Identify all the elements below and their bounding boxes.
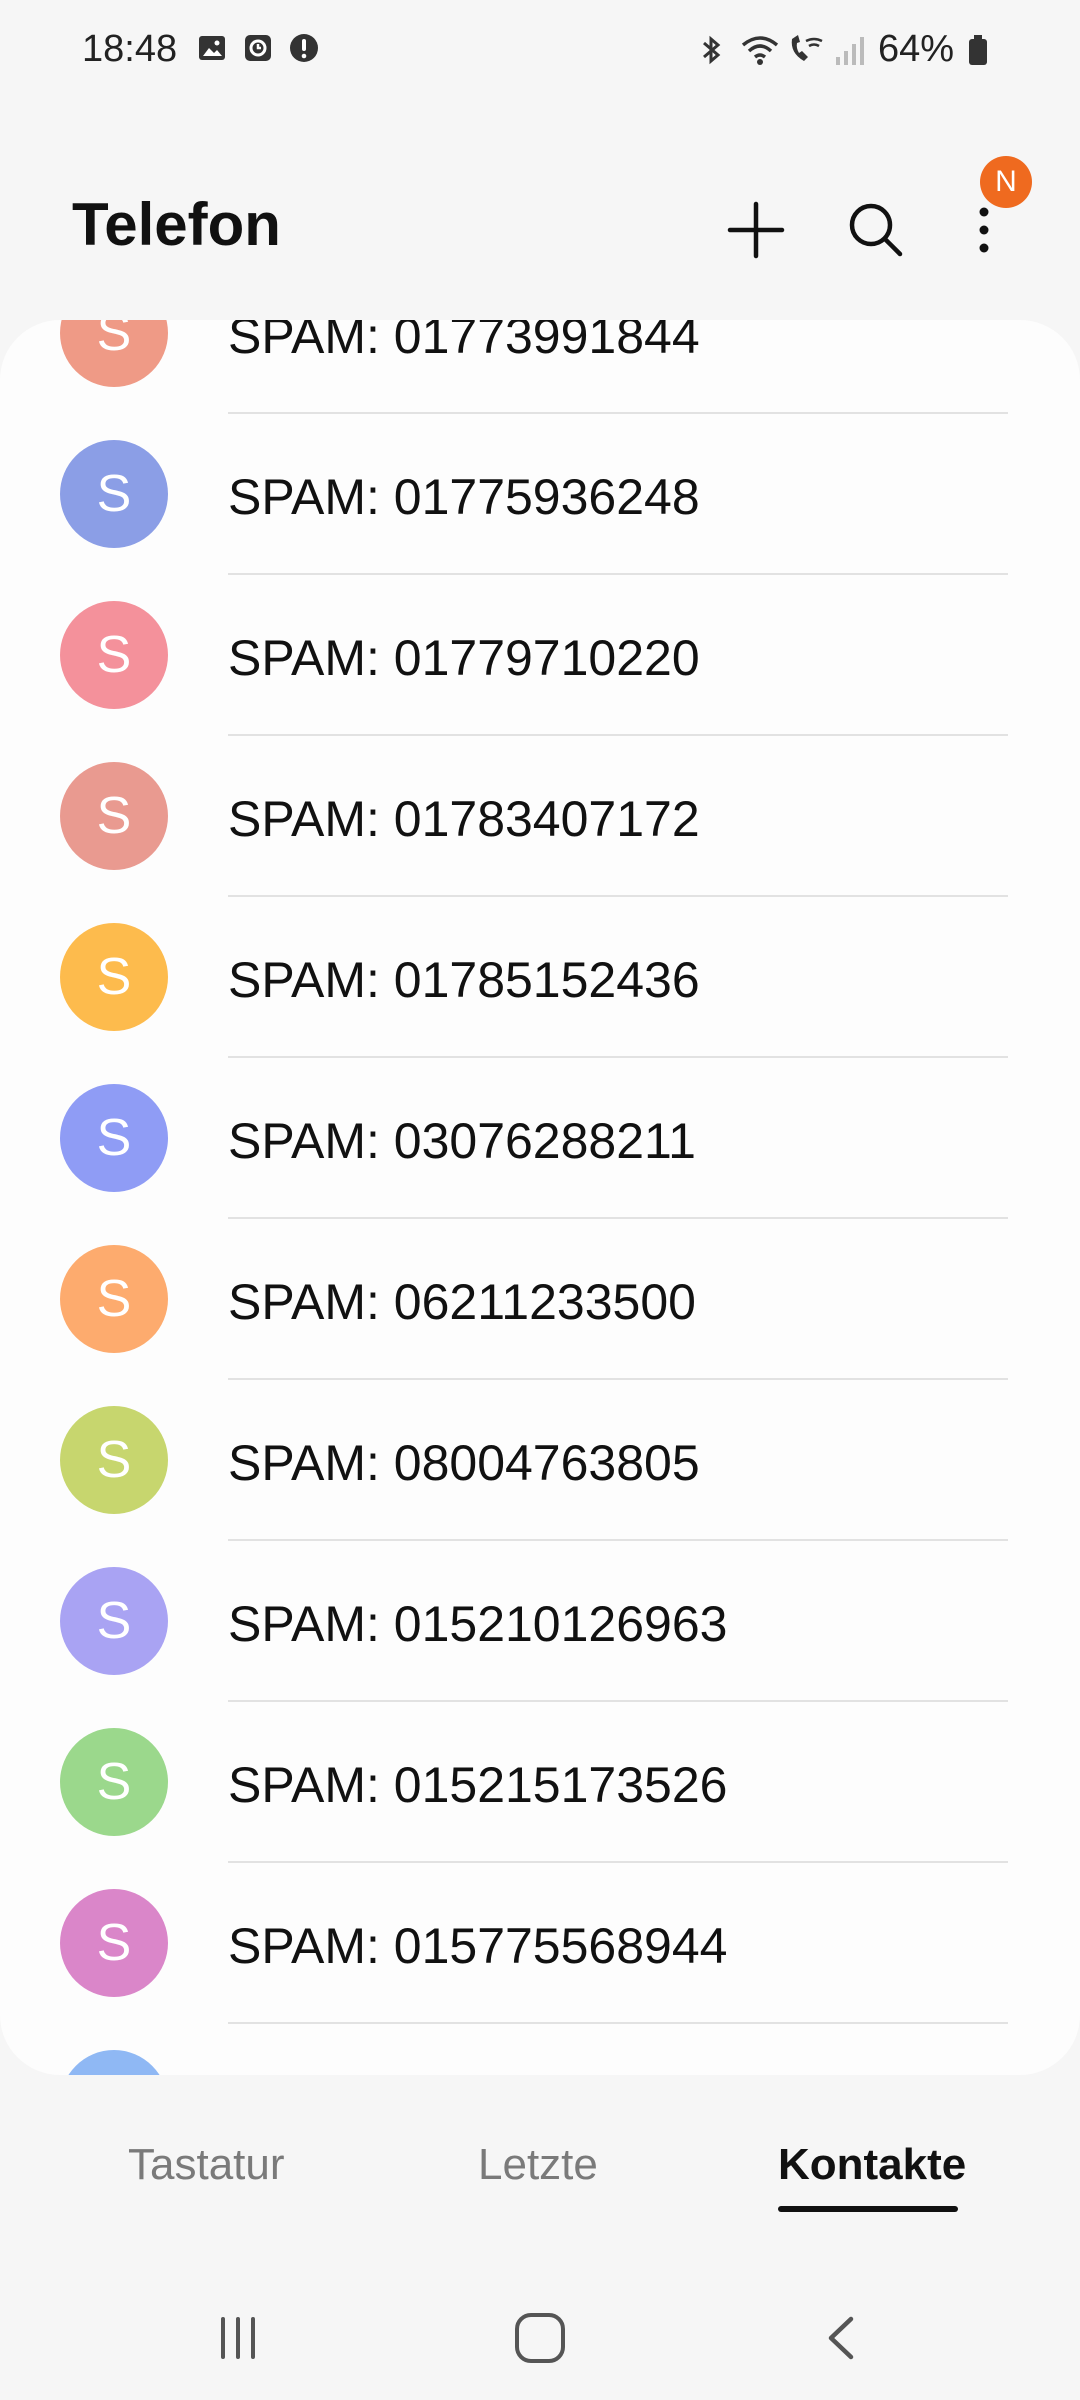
- contact-row[interactable]: S SPAM: 06211233500: [0, 1219, 1080, 1380]
- status-time: 18:48: [82, 28, 178, 70]
- contact-name: SPAM: 015775568944: [228, 1918, 728, 1974]
- avatar: S: [60, 923, 168, 1031]
- contact-name: SPAM: 06211233500: [228, 1274, 696, 1330]
- contact-row[interactable]: S SPAM: 01783407172: [0, 736, 1080, 897]
- plus-icon: [727, 201, 785, 259]
- page-title: Telefon: [72, 191, 281, 258]
- contact-name: SPAM: 01785152436: [228, 952, 700, 1008]
- avatar: S: [60, 1728, 168, 1836]
- contact-row[interactable]: [0, 2024, 1080, 2075]
- alert-icon: [288, 32, 320, 64]
- contact-row[interactable]: S SPAM: 015775568944: [0, 1863, 1080, 2024]
- contact-row[interactable]: S SPAM: 015210126963: [0, 1541, 1080, 1702]
- home-icon: [515, 2313, 565, 2363]
- avatar: S: [60, 1567, 168, 1675]
- avatar: S: [60, 601, 168, 709]
- avatar: S: [60, 1245, 168, 1353]
- contact-row[interactable]: S SPAM: 03076288211: [0, 1058, 1080, 1219]
- contact-row[interactable]: S SPAM: 01779710220: [0, 575, 1080, 736]
- notification-icons: [196, 32, 320, 64]
- avatar: S: [60, 320, 168, 387]
- contact-row[interactable]: S SPAM: 01773991844: [0, 320, 1080, 414]
- contact-name: SPAM: 08004763805: [228, 1435, 700, 1491]
- battery-icon: [966, 33, 1000, 67]
- back-button[interactable]: [802, 2298, 882, 2378]
- tab-keypad[interactable]: Tastatur: [128, 2140, 285, 2190]
- contact-name: SPAM: 01783407172: [228, 791, 700, 847]
- system-nav-bar: [0, 2270, 1080, 2400]
- search-button[interactable]: [836, 190, 916, 270]
- wifi-calling-icon: [786, 33, 823, 67]
- status-bar: 18:48 64%: [0, 0, 1080, 100]
- contact-name: SPAM: 01775936248: [228, 469, 700, 525]
- bottom-tabs: Tastatur Letzte Kontakte: [0, 2110, 1080, 2230]
- status-right: 64%: [694, 28, 1000, 71]
- avatar: [60, 2050, 168, 2075]
- contact-name: SPAM: 03076288211: [228, 1113, 696, 1169]
- contact-name: SPAM: 01773991844: [228, 320, 700, 364]
- active-tab-indicator: [778, 2206, 958, 2212]
- avatar: S: [60, 440, 168, 548]
- battery-percent: 64%: [877, 28, 954, 70]
- recents-button[interactable]: [198, 2298, 278, 2378]
- avatar: S: [60, 1406, 168, 1514]
- signal-icon: [832, 33, 866, 67]
- contact-list[interactable]: S SPAM: 01773991844 S SPAM: 01775936248 S SPA…: [0, 320, 1080, 2075]
- wifi-icon: [740, 33, 779, 67]
- clock-app-icon: [242, 32, 274, 64]
- avatar: S: [60, 762, 168, 870]
- bluetooth-icon: [694, 33, 728, 67]
- tab-recent[interactable]: Letzte: [478, 2140, 598, 2190]
- app-header: Telefon: [0, 150, 1080, 300]
- contact-name: SPAM: 015215173526: [228, 1757, 728, 1813]
- contact-row[interactable]: S SPAM: 015215173526: [0, 1702, 1080, 1863]
- recents-icon: [221, 2317, 255, 2359]
- contact-name: SPAM: 015210126963: [228, 1596, 728, 1652]
- notification-badge: N: [980, 156, 1032, 208]
- tab-contacts[interactable]: Kontakte: [778, 2140, 966, 2190]
- contact-name: SPAM: 01779710220: [228, 630, 700, 686]
- contact-row[interactable]: S SPAM: 08004763805: [0, 1380, 1080, 1541]
- contact-row[interactable]: S SPAM: 01775936248: [0, 414, 1080, 575]
- home-button[interactable]: [500, 2298, 580, 2378]
- contact-row[interactable]: S SPAM: 01785152436: [0, 897, 1080, 1058]
- image-icon: [196, 32, 228, 64]
- avatar: S: [60, 1084, 168, 1192]
- add-contact-button[interactable]: [716, 190, 796, 270]
- search-icon: [849, 203, 903, 257]
- more-vertical-icon: [979, 207, 989, 253]
- avatar: S: [60, 1889, 168, 1997]
- back-icon: [828, 2316, 854, 2360]
